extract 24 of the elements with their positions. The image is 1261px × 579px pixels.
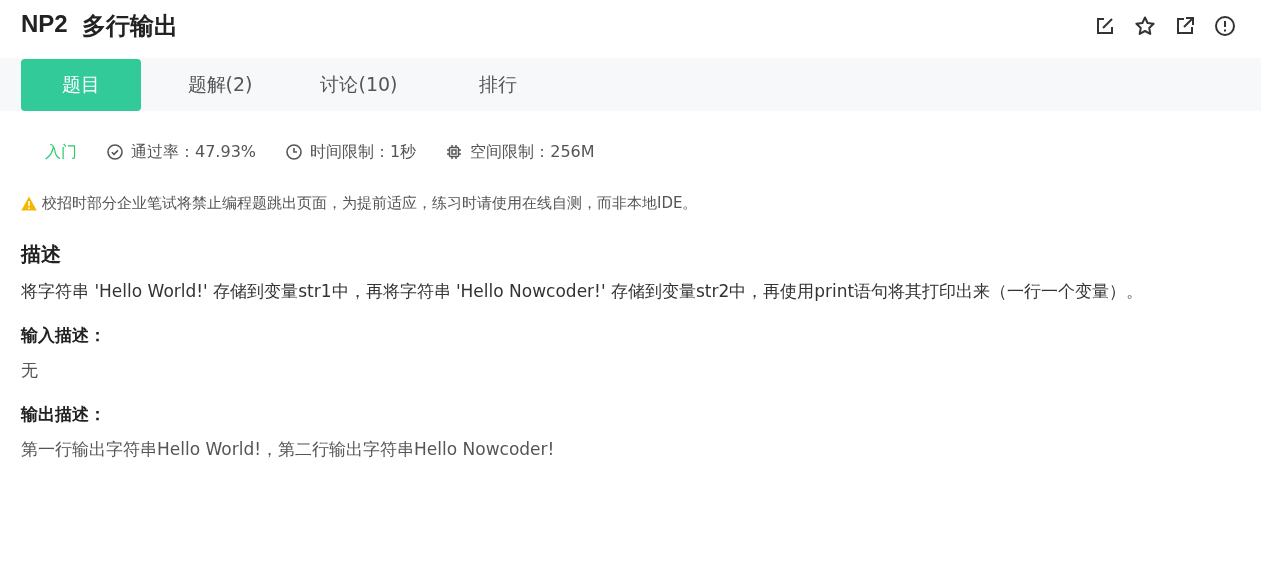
meta-text: 时间限制：1秒 bbox=[310, 141, 417, 163]
check-circle-icon bbox=[107, 144, 123, 160]
meta-text: 空间限制：256M bbox=[470, 141, 595, 163]
tab[interactable]: 讨论(10) bbox=[299, 58, 419, 111]
problem-id: NP2 bbox=[21, 10, 68, 39]
clock-icon bbox=[286, 144, 302, 160]
difficulty-label: 入门 bbox=[45, 141, 77, 163]
warning-icon bbox=[21, 196, 37, 211]
section-text: 无 bbox=[21, 359, 39, 382]
notice-text: 校招时部分企业笔试将禁止编程题跳出页面，为提前适应，练习时请使用在线自测，而非本地IDE。 bbox=[42, 194, 698, 213]
share-icon[interactable] bbox=[1175, 16, 1195, 36]
section-text: 第一行输出字符串Hello World!，第二行输出字符串Hello Nowcoder! bbox=[21, 438, 556, 461]
edit-icon[interactable] bbox=[1095, 16, 1115, 36]
star-icon[interactable] bbox=[1134, 15, 1156, 37]
problem-title: 多行输出 bbox=[81, 11, 178, 41]
description-text: 将字符串 'Hello World!' 存储到变量str1中，再将字符串 'Hello Nowcoder!' 存储到变量str2中，再使用print语句将其打印出来（一行一个变量）。 bbox=[21, 280, 1145, 303]
section-heading: 描述 bbox=[21, 241, 62, 268]
chip-icon bbox=[446, 144, 463, 160]
report-icon[interactable] bbox=[1214, 15, 1236, 37]
tab[interactable]: 排行 bbox=[438, 58, 558, 111]
meta-text: 通过率：47.93% bbox=[131, 141, 256, 163]
section-heading: 输入描述： bbox=[21, 324, 107, 347]
tab[interactable]: 题解(2) bbox=[160, 58, 280, 111]
section-heading: 输出描述： bbox=[21, 403, 107, 426]
